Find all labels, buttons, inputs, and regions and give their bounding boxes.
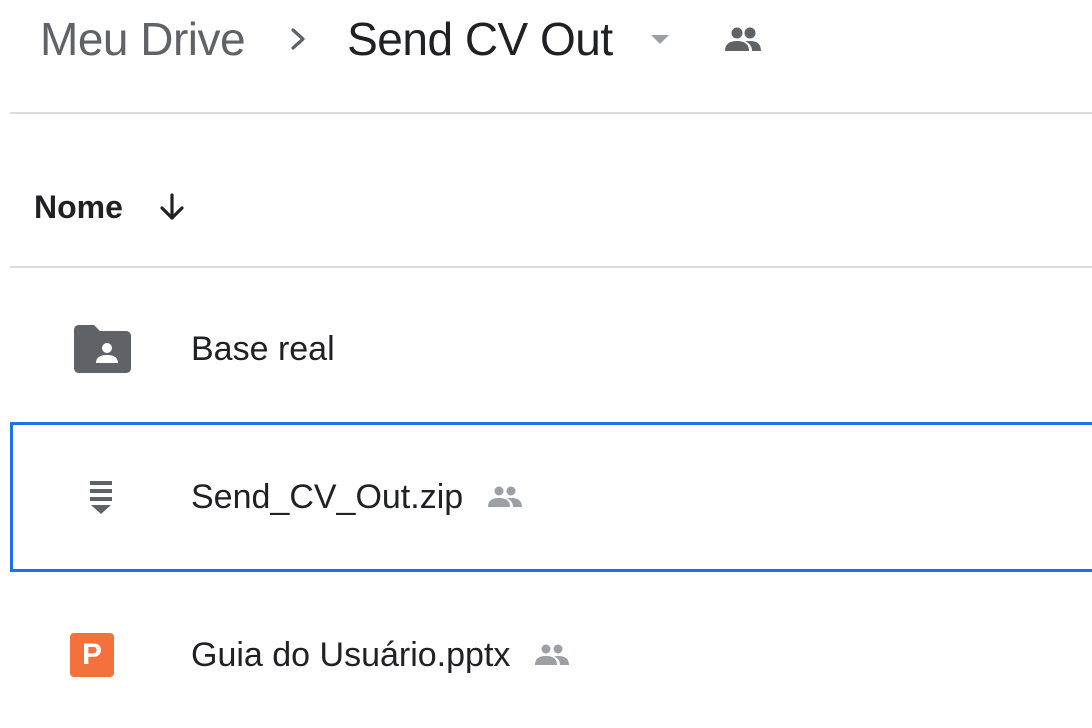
people-icon [485, 484, 525, 510]
people-icon [532, 642, 572, 668]
divider [10, 266, 1092, 268]
breadcrumb-current-label: Send CV Out [347, 13, 613, 65]
people-icon [723, 24, 763, 54]
file-name-wrapper: Guia do Usuário.pptx [191, 636, 572, 675]
breadcrumb: Meu Drive Send CV Out [40, 8, 763, 70]
file-row-guia-do-usuario-pptx[interactable]: P Guia do Usuário.pptx [10, 582, 1092, 728]
powerpoint-badge: P [70, 633, 114, 677]
file-row-base-real[interactable]: Base real [10, 276, 1092, 422]
file-name: Guia do Usuário.pptx [191, 635, 511, 674]
powerpoint-letter: P [81, 638, 102, 671]
shared-folder-icon [70, 325, 134, 373]
chevron-right-icon [285, 22, 311, 56]
file-name: Send_CV_Out.zip [191, 477, 464, 516]
zip-file-icon [70, 473, 134, 521]
arrow-down-icon[interactable] [159, 191, 187, 223]
caret-down-icon [649, 32, 671, 46]
divider [10, 112, 1092, 114]
file-name-wrapper: Send_CV_Out.zip [191, 478, 525, 517]
file-row-send-cv-out-zip[interactable]: Send_CV_Out.zip [10, 422, 1092, 572]
column-header-name[interactable]: Nome [34, 180, 187, 234]
file-name: Base real [191, 329, 335, 368]
column-header-label: Nome [34, 188, 123, 225]
breadcrumb-root-my-drive[interactable]: Meu Drive [40, 12, 246, 66]
powerpoint-file-icon: P [70, 631, 134, 679]
breadcrumb-current-folder[interactable]: Send CV Out [347, 12, 671, 66]
